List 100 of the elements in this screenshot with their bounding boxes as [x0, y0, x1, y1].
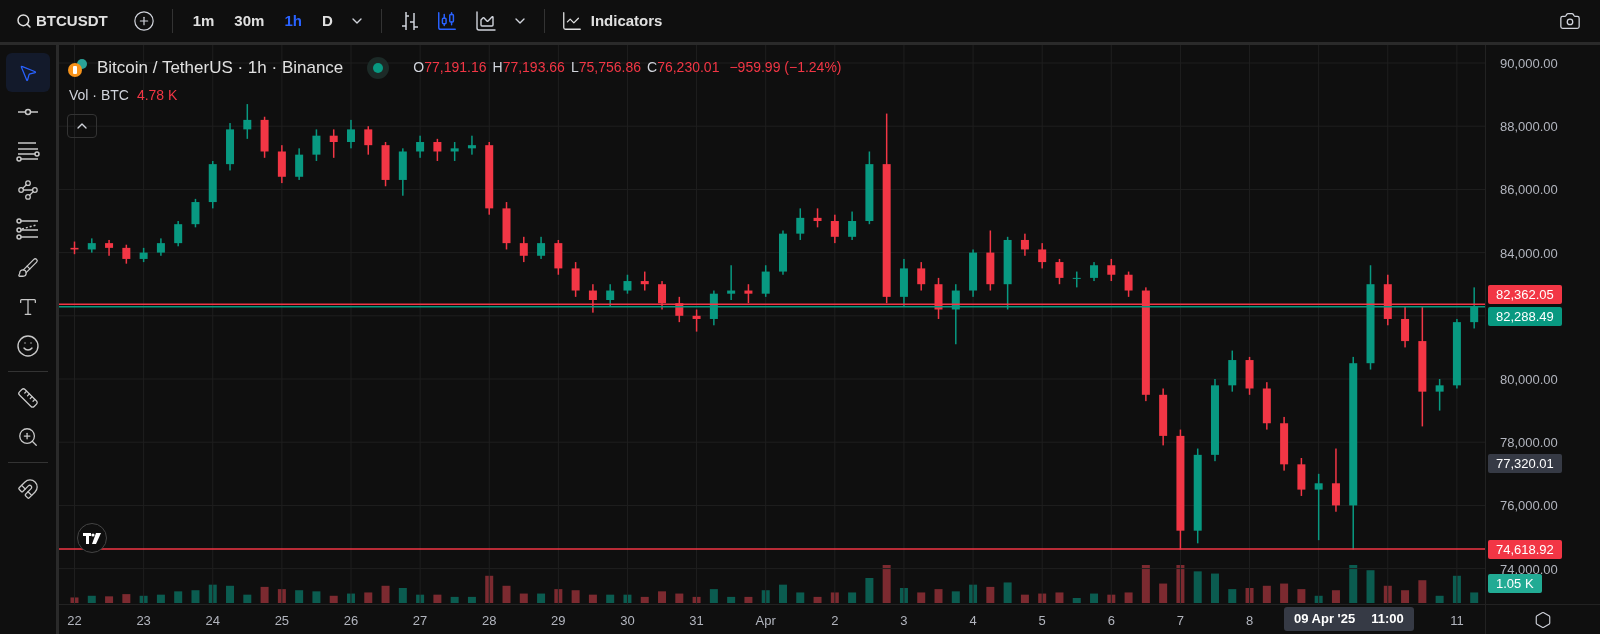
candlestick-icon: [435, 10, 458, 32]
horizontal-lines-icon: [16, 139, 40, 162]
candle: [398, 148, 407, 196]
candle: [969, 249, 978, 297]
logo-icon: [77, 523, 107, 553]
candle: [588, 284, 597, 313]
candle: [312, 129, 321, 161]
magnet-icon: [17, 477, 39, 500]
candle: [934, 277, 943, 319]
candle: [1072, 271, 1081, 288]
candle: [1383, 274, 1392, 326]
price-change: −959.99 (−1.24%): [729, 58, 842, 78]
price-tick: 78,000.00: [1500, 434, 1558, 453]
price-tick: 76,000.00: [1500, 497, 1558, 516]
time-label: 6: [1107, 612, 1115, 630]
candle: [1331, 448, 1340, 512]
time-label: 3: [900, 612, 908, 630]
candle: [1124, 271, 1133, 297]
candle: [416, 135, 425, 158]
candle: [1401, 306, 1410, 348]
time-label: 11: [1450, 612, 1464, 630]
candle: [1038, 243, 1047, 269]
candle: [761, 265, 770, 297]
volume-label: Vol · BTC: [69, 85, 129, 105]
candle: [243, 104, 252, 139]
price-label: 82,288.49: [1488, 306, 1562, 326]
ohlc-value: L75,756.86: [570, 58, 641, 78]
candle: [1314, 473, 1323, 541]
candle: [640, 271, 649, 291]
candle: [692, 309, 701, 332]
collapse-button[interactable]: [67, 113, 97, 138]
interval-button[interactable]: D: [313, 5, 341, 37]
crosshair-date: 09 Apr '25: [1294, 610, 1356, 629]
candle: [122, 244, 131, 264]
time-label: Apr: [755, 612, 776, 630]
interval-button[interactable]: 1h: [276, 5, 310, 37]
candle: [744, 284, 753, 304]
candle: [986, 230, 995, 291]
candle: [727, 265, 736, 300]
candle: [277, 145, 286, 184]
candle: [899, 258, 908, 307]
coin-logo-icon: [67, 57, 89, 78]
time-label: 7: [1176, 612, 1185, 630]
time-label: 2: [831, 612, 839, 630]
bars-icon: [399, 10, 420, 32]
candle: [1262, 382, 1271, 430]
symbol-title: Bitcoin / TetherUS · 1h · Binance: [97, 57, 344, 79]
candle: [467, 135, 476, 155]
candle: [191, 198, 200, 228]
candle: [1228, 350, 1237, 392]
time-label: 24: [205, 612, 220, 630]
candle: [830, 214, 839, 244]
candle: [381, 142, 390, 187]
camera-icon: [1559, 10, 1581, 32]
smiley-icon: [16, 333, 40, 358]
candle: [571, 262, 580, 297]
candle: [208, 160, 217, 209]
candle: [1020, 233, 1029, 256]
area-chart-icon: [473, 9, 498, 33]
time-label: 30: [620, 612, 635, 630]
candle: [139, 247, 148, 263]
candle: [450, 142, 459, 161]
settings-icon: [1534, 610, 1552, 629]
parallel-lines-icon: [16, 217, 40, 240]
candle: [1452, 318, 1461, 389]
candle: [87, 238, 96, 253]
candle: [848, 211, 857, 240]
time-label: 26: [343, 612, 359, 630]
interval-button[interactable]: 1m: [184, 5, 223, 37]
candle: [433, 138, 442, 161]
price-label: 74,618.92: [1488, 539, 1562, 559]
candle: [260, 116, 269, 158]
indicators-button[interactable]: Indicators: [556, 5, 667, 37]
candle: [675, 296, 684, 323]
time-label: 25: [274, 612, 290, 630]
time-label: 29: [551, 612, 566, 630]
candle: [347, 119, 355, 149]
candle: [156, 238, 165, 256]
candle: [813, 208, 822, 228]
candle: [295, 148, 304, 180]
time-label: 5: [1038, 612, 1046, 630]
time-label: 31: [689, 612, 704, 630]
ohlc-value: H77,193.66: [492, 58, 565, 78]
nodes-icon: [17, 178, 39, 201]
candle: [364, 126, 373, 155]
interval-button[interactable]: 30m: [226, 5, 273, 37]
price-tick: 80,000.00: [1500, 371, 1558, 389]
candle: [1159, 388, 1168, 446]
candle: [1435, 379, 1444, 411]
time-label: 22: [67, 612, 82, 630]
time-label: 23: [136, 612, 151, 630]
candle: [658, 281, 667, 310]
candle: [779, 230, 787, 275]
symbol-search-button[interactable]: BTCUSDT: [12, 5, 112, 37]
price-tick: 84,000.00: [1500, 244, 1558, 263]
candle: [226, 123, 235, 171]
candle: [1055, 258, 1064, 285]
plus-icon: [132, 10, 155, 32]
candle: [1280, 416, 1289, 471]
candle: [796, 208, 805, 240]
